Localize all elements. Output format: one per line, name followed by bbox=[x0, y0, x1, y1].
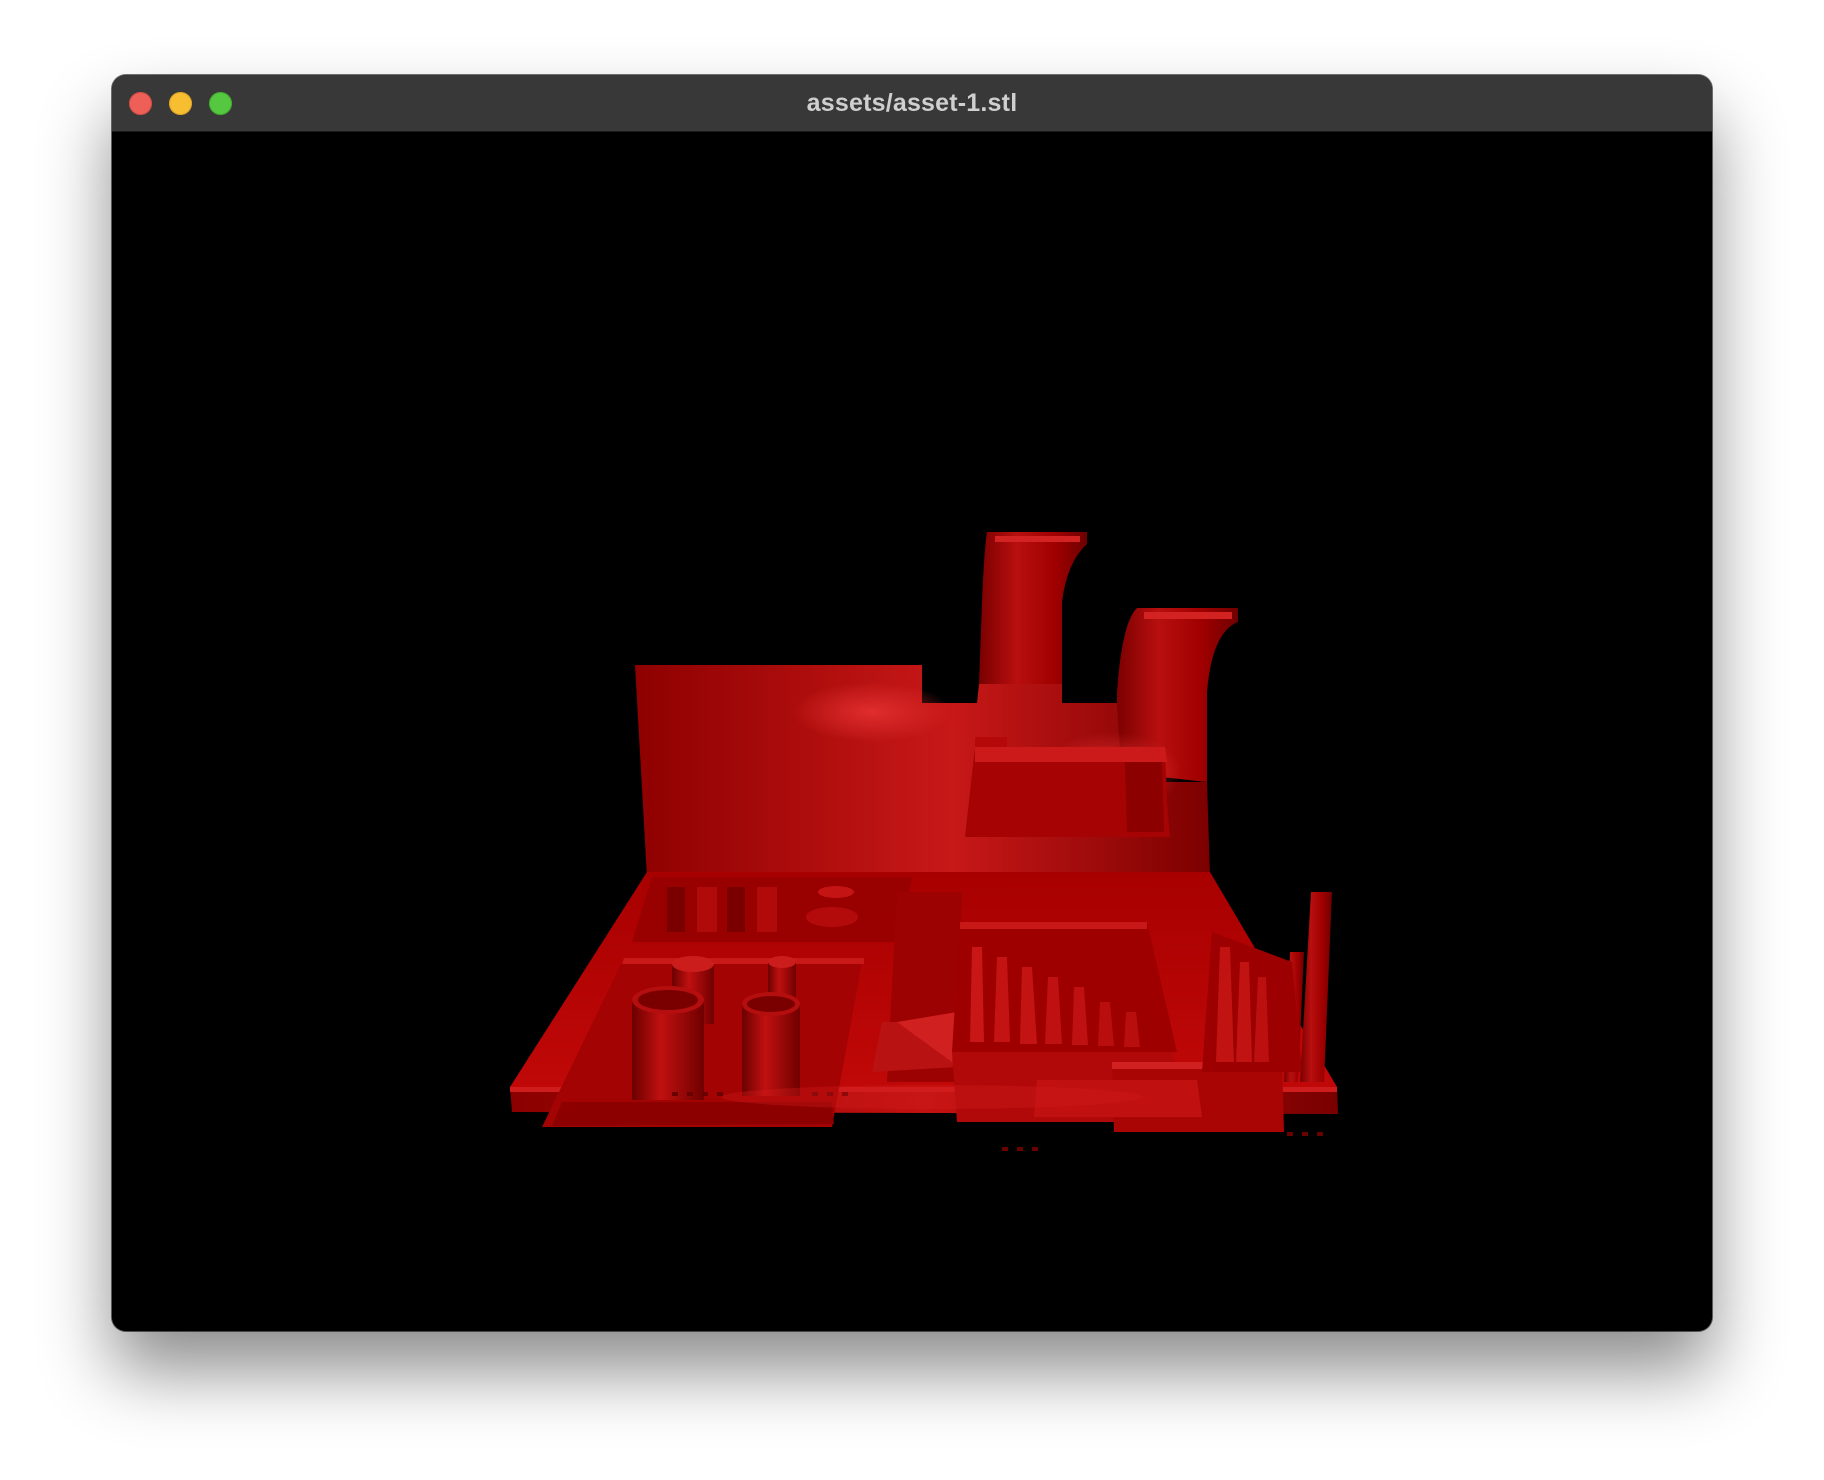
title-bar[interactable]: assets/asset-1.stl bbox=[112, 75, 1712, 132]
window-title: assets/asset-1.stl bbox=[806, 89, 1018, 117]
3d-viewport[interactable] bbox=[112, 132, 1712, 1331]
stl-model-render bbox=[510, 532, 1338, 1151]
app-window: assets/asset-1.stl bbox=[112, 75, 1712, 1331]
